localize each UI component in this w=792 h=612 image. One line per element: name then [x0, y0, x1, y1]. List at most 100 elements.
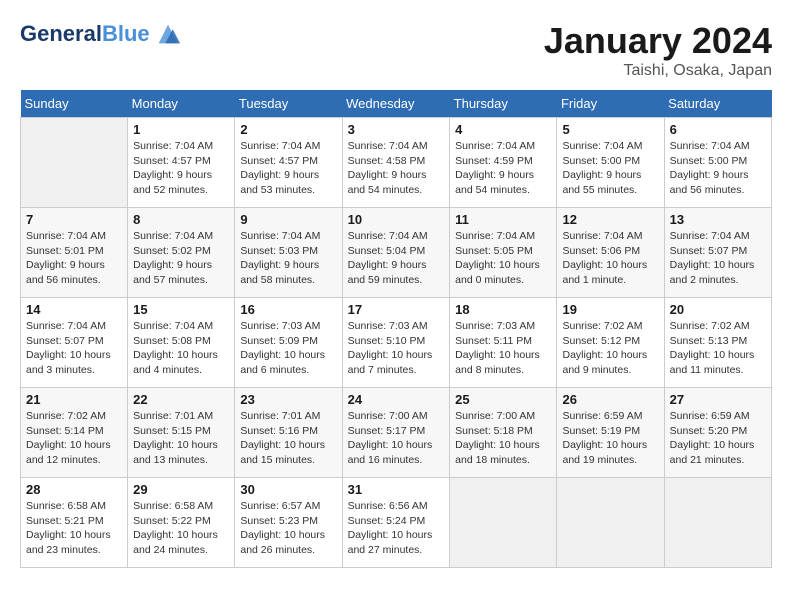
calendar-cell: 28 Sunrise: 6:58 AM Sunset: 5:21 PM Dayl… [21, 478, 128, 568]
calendar-cell [21, 118, 128, 208]
day-info: Sunrise: 7:02 AM Sunset: 5:13 PM Dayligh… [670, 319, 766, 378]
calendar-cell: 16 Sunrise: 7:03 AM Sunset: 5:09 PM Dayl… [235, 298, 342, 388]
day-number: 3 [348, 122, 445, 137]
sunset: Sunset: 5:01 PM [26, 245, 104, 257]
logo-text: GeneralBlue [20, 22, 150, 46]
sunset: Sunset: 5:13 PM [670, 335, 748, 347]
sunrise: Sunrise: 6:58 AM [26, 500, 106, 512]
calendar-cell: 23 Sunrise: 7:01 AM Sunset: 5:16 PM Dayl… [235, 388, 342, 478]
day-number: 27 [670, 392, 766, 407]
day-info: Sunrise: 7:04 AM Sunset: 4:57 PM Dayligh… [240, 139, 336, 198]
day-info: Sunrise: 7:04 AM Sunset: 5:06 PM Dayligh… [562, 229, 658, 288]
daylight: Daylight: 9 hours and 59 minutes. [348, 259, 427, 286]
daylight: Daylight: 10 hours and 21 minutes. [670, 439, 755, 466]
day-info: Sunrise: 7:04 AM Sunset: 5:04 PM Dayligh… [348, 229, 445, 288]
sunset: Sunset: 5:11 PM [455, 335, 532, 347]
calendar-cell: 1 Sunrise: 7:04 AM Sunset: 4:57 PM Dayli… [128, 118, 235, 208]
calendar-cell [450, 478, 557, 568]
calendar-cell: 27 Sunrise: 6:59 AM Sunset: 5:20 PM Dayl… [664, 388, 771, 478]
day-info: Sunrise: 6:57 AM Sunset: 5:23 PM Dayligh… [240, 499, 336, 558]
calendar-week-1: 1 Sunrise: 7:04 AM Sunset: 4:57 PM Dayli… [21, 118, 772, 208]
day-info: Sunrise: 7:04 AM Sunset: 5:00 PM Dayligh… [670, 139, 766, 198]
sunset: Sunset: 5:23 PM [240, 515, 318, 527]
sunset: Sunset: 5:12 PM [562, 335, 640, 347]
header-day-tuesday: Tuesday [235, 90, 342, 118]
calendar-cell: 25 Sunrise: 7:00 AM Sunset: 5:18 PM Dayl… [450, 388, 557, 478]
sunset: Sunset: 5:18 PM [455, 425, 533, 437]
daylight: Daylight: 9 hours and 53 minutes. [240, 169, 319, 196]
daylight: Daylight: 9 hours and 54 minutes. [348, 169, 427, 196]
day-number: 31 [348, 482, 445, 497]
daylight: Daylight: 9 hours and 52 minutes. [133, 169, 212, 196]
sunrise: Sunrise: 6:59 AM [670, 410, 750, 422]
calendar-cell: 12 Sunrise: 7:04 AM Sunset: 5:06 PM Dayl… [557, 208, 664, 298]
calendar-cell: 19 Sunrise: 7:02 AM Sunset: 5:12 PM Dayl… [557, 298, 664, 388]
daylight: Daylight: 10 hours and 27 minutes. [348, 529, 433, 556]
daylight: Daylight: 10 hours and 12 minutes. [26, 439, 111, 466]
sunset: Sunset: 5:07 PM [670, 245, 748, 257]
calendar-week-3: 14 Sunrise: 7:04 AM Sunset: 5:07 PM Dayl… [21, 298, 772, 388]
daylight: Daylight: 10 hours and 19 minutes. [562, 439, 647, 466]
daylight: Daylight: 10 hours and 16 minutes. [348, 439, 433, 466]
sunset: Sunset: 5:09 PM [240, 335, 318, 347]
calendar-cell: 9 Sunrise: 7:04 AM Sunset: 5:03 PM Dayli… [235, 208, 342, 298]
sunrise: Sunrise: 7:04 AM [26, 230, 106, 242]
day-info: Sunrise: 7:03 AM Sunset: 5:09 PM Dayligh… [240, 319, 336, 378]
calendar-cell: 8 Sunrise: 7:04 AM Sunset: 5:02 PM Dayli… [128, 208, 235, 298]
day-number: 6 [670, 122, 766, 137]
daylight: Daylight: 10 hours and 2 minutes. [670, 259, 755, 286]
day-number: 25 [455, 392, 551, 407]
header-day-thursday: Thursday [450, 90, 557, 118]
day-number: 15 [133, 302, 229, 317]
calendar-cell [557, 478, 664, 568]
sunset: Sunset: 5:21 PM [26, 515, 104, 527]
day-number: 17 [348, 302, 445, 317]
day-info: Sunrise: 7:04 AM Sunset: 5:03 PM Dayligh… [240, 229, 336, 288]
sunrise: Sunrise: 7:02 AM [26, 410, 106, 422]
day-info: Sunrise: 7:00 AM Sunset: 5:17 PM Dayligh… [348, 409, 445, 468]
sunset: Sunset: 5:24 PM [348, 515, 426, 527]
header-day-saturday: Saturday [664, 90, 771, 118]
sunrise: Sunrise: 7:00 AM [348, 410, 428, 422]
daylight: Daylight: 10 hours and 26 minutes. [240, 529, 325, 556]
logo: GeneralBlue [20, 20, 182, 48]
day-info: Sunrise: 7:02 AM Sunset: 5:14 PM Dayligh… [26, 409, 122, 468]
sunrise: Sunrise: 7:03 AM [455, 320, 535, 332]
calendar-cell: 29 Sunrise: 6:58 AM Sunset: 5:22 PM Dayl… [128, 478, 235, 568]
day-info: Sunrise: 7:04 AM Sunset: 4:57 PM Dayligh… [133, 139, 229, 198]
calendar-cell: 22 Sunrise: 7:01 AM Sunset: 5:15 PM Dayl… [128, 388, 235, 478]
sunrise: Sunrise: 7:04 AM [562, 230, 642, 242]
day-number: 1 [133, 122, 229, 137]
day-number: 29 [133, 482, 229, 497]
daylight: Daylight: 10 hours and 23 minutes. [26, 529, 111, 556]
day-info: Sunrise: 6:59 AM Sunset: 5:19 PM Dayligh… [562, 409, 658, 468]
day-info: Sunrise: 7:04 AM Sunset: 4:58 PM Dayligh… [348, 139, 445, 198]
page-header: GeneralBlue January 2024 Taishi, Osaka, … [20, 20, 772, 80]
calendar-cell: 18 Sunrise: 7:03 AM Sunset: 5:11 PM Dayl… [450, 298, 557, 388]
day-number: 23 [240, 392, 336, 407]
day-info: Sunrise: 7:00 AM Sunset: 5:18 PM Dayligh… [455, 409, 551, 468]
day-info: Sunrise: 7:04 AM Sunset: 5:01 PM Dayligh… [26, 229, 122, 288]
month-title: January 2024 [544, 20, 772, 62]
calendar-cell: 2 Sunrise: 7:04 AM Sunset: 4:57 PM Dayli… [235, 118, 342, 208]
sunset: Sunset: 5:08 PM [133, 335, 211, 347]
sunset: Sunset: 4:59 PM [455, 155, 533, 167]
calendar-cell: 7 Sunrise: 7:04 AM Sunset: 5:01 PM Dayli… [21, 208, 128, 298]
day-info: Sunrise: 7:04 AM Sunset: 5:07 PM Dayligh… [26, 319, 122, 378]
sunset: Sunset: 4:58 PM [348, 155, 426, 167]
daylight: Daylight: 10 hours and 0 minutes. [455, 259, 540, 286]
day-number: 5 [562, 122, 658, 137]
sunrise: Sunrise: 7:04 AM [26, 320, 106, 332]
sunset: Sunset: 4:57 PM [240, 155, 318, 167]
daylight: Daylight: 9 hours and 56 minutes. [26, 259, 105, 286]
day-info: Sunrise: 6:56 AM Sunset: 5:24 PM Dayligh… [348, 499, 445, 558]
day-number: 10 [348, 212, 445, 227]
calendar-cell [664, 478, 771, 568]
sunset: Sunset: 5:15 PM [133, 425, 211, 437]
calendar-cell: 5 Sunrise: 7:04 AM Sunset: 5:00 PM Dayli… [557, 118, 664, 208]
sunrise: Sunrise: 6:56 AM [348, 500, 428, 512]
calendar-cell: 13 Sunrise: 7:04 AM Sunset: 5:07 PM Dayl… [664, 208, 771, 298]
sunrise: Sunrise: 7:03 AM [348, 320, 428, 332]
daylight: Daylight: 10 hours and 7 minutes. [348, 349, 433, 376]
day-number: 22 [133, 392, 229, 407]
